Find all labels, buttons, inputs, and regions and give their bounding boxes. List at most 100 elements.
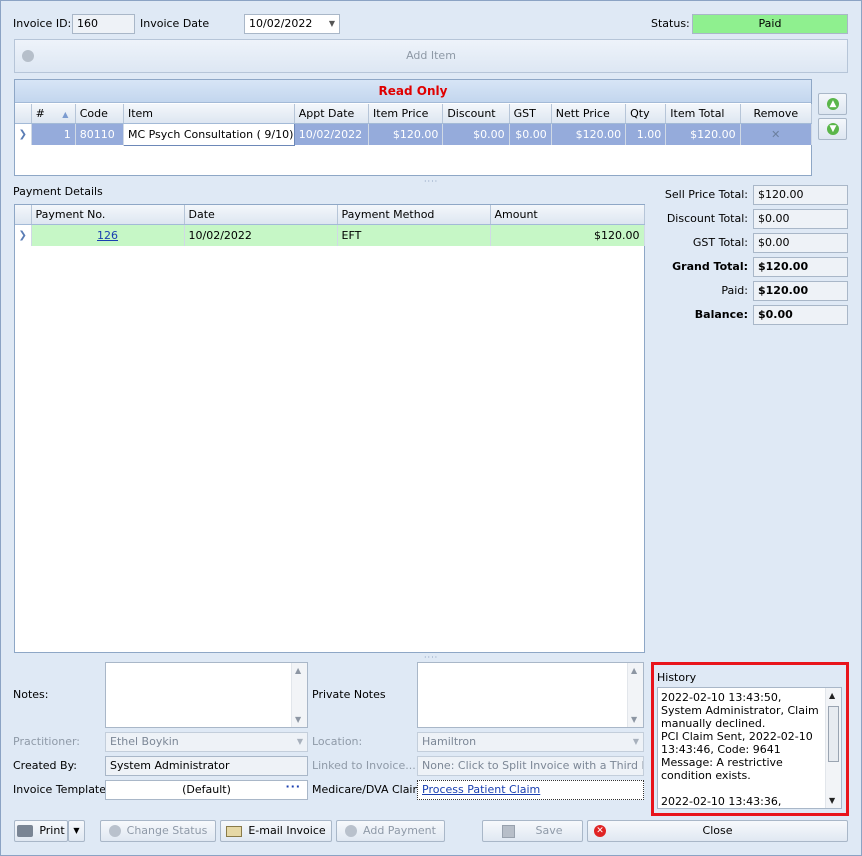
sell-price-total-value: $120.00	[753, 185, 848, 205]
paid-label: Paid:	[721, 284, 748, 297]
private-notes-textarea[interactable]: ▲ ▼	[417, 662, 644, 728]
cell-payment-no[interactable]: 126	[31, 224, 185, 246]
col-gst[interactable]: GST	[509, 104, 552, 124]
email-invoice-button[interactable]: E-mail Invoice	[220, 820, 332, 842]
cell-method[interactable]: EFT	[337, 224, 491, 246]
invoice-template-select[interactable]: (Default) ···	[105, 780, 308, 800]
col-payment-no[interactable]: Payment No.	[31, 205, 185, 225]
payments-table: Payment No. Date Payment Method Amount ❯…	[15, 205, 645, 246]
cell-nett-price[interactable]: $120.00	[551, 123, 627, 145]
history-entry: PCI Claim Sent, 2022-02-10 13:43:46, Cod…	[661, 730, 813, 782]
add-payment-label: Add Payment	[363, 824, 436, 837]
arrow-down-icon: ▼	[827, 123, 839, 135]
linked-invoice-field[interactable]: None: Click to Split Invoice with a Thir…	[417, 756, 644, 776]
scroll-thumb[interactable]	[828, 706, 839, 762]
row-indicator-icon: ❯	[15, 123, 32, 145]
scroll-up-icon[interactable]: ▲	[295, 666, 301, 675]
medicare-claim-label: Medicare/DVA Claim:	[312, 783, 427, 796]
scroll-up-icon[interactable]: ▲	[631, 666, 637, 675]
scrollbar[interactable]: ▲ ▼	[825, 688, 841, 808]
cell-item-price[interactable]: $120.00	[368, 123, 444, 145]
arrow-up-icon: ▲	[827, 98, 839, 110]
cell-code[interactable]: 80110	[75, 123, 124, 145]
scrollbar[interactable]: ▲ ▼	[291, 663, 307, 727]
cell-qty[interactable]: 1.00	[625, 123, 667, 145]
scroll-down-icon[interactable]: ▼	[295, 715, 301, 724]
col-payment-method[interactable]: Payment Method	[337, 205, 491, 225]
remove-icon[interactable]: ✕	[740, 123, 813, 145]
cell-gst[interactable]: $0.00	[509, 123, 552, 145]
save-label: Save	[535, 824, 563, 837]
cell-discount[interactable]: $0.00	[442, 123, 510, 145]
col-nett-price[interactable]: Nett Price	[551, 104, 627, 124]
chevron-down-icon: ▼	[296, 737, 303, 746]
col-discount[interactable]: Discount	[442, 104, 510, 124]
scroll-down-icon[interactable]: ▼	[631, 715, 637, 724]
chevron-down-icon: ▼	[632, 737, 639, 746]
payment-link[interactable]: 126	[97, 229, 118, 242]
change-status-button: Change Status	[100, 820, 216, 842]
practitioner-label: Practitioner:	[13, 735, 80, 748]
cell-date[interactable]: 10/02/2022	[184, 224, 338, 246]
move-up-button[interactable]: ▲	[818, 93, 847, 115]
splitter-handle[interactable]: ····	[424, 178, 438, 186]
cell-appt-date[interactable]: 10/02/2022	[294, 123, 370, 145]
notes-textarea[interactable]: ▲ ▼	[105, 662, 308, 728]
print-button[interactable]: Print	[14, 820, 68, 842]
history-label: History	[657, 671, 697, 684]
balance-value: $0.00	[753, 305, 848, 325]
history-content: 2022-02-10 13:43:50, System Administrato…	[661, 691, 821, 808]
cell-item-total[interactable]: $120.00	[665, 123, 741, 145]
print-dropdown-button[interactable]: ▼	[68, 820, 85, 842]
payments-header-row: Payment No. Date Payment Method Amount	[15, 205, 645, 225]
history-textbox[interactable]: 2022-02-10 13:43:50, System Administrato…	[657, 687, 842, 809]
discount-total-label: Discount Total:	[666, 212, 748, 225]
sell-price-total-label: Sell Price Total:	[664, 188, 748, 201]
col-date[interactable]: Date	[184, 205, 338, 225]
status-icon	[108, 825, 121, 837]
table-row[interactable]: ❯ 1 80110 MC Psych Consultation ( 9/10) …	[15, 122, 813, 146]
history-entry: 2022-02-10 13:43:36, System	[661, 795, 782, 808]
col-number[interactable]: # ▲	[31, 104, 76, 124]
gst-total-label: GST Total:	[692, 236, 748, 249]
col-item-price[interactable]: Item Price	[368, 104, 444, 124]
ellipsis-icon[interactable]: ···	[285, 781, 301, 796]
chevron-down-icon[interactable]: ▼	[329, 15, 335, 33]
col-amount[interactable]: Amount	[490, 205, 645, 225]
add-circle-icon	[22, 50, 34, 62]
invoice-date-picker[interactable]: 10/02/2022 ▼	[244, 14, 340, 34]
invoice-id-label: Invoice ID:	[13, 17, 72, 30]
add-item-button[interactable]: Add Item	[14, 39, 848, 73]
chevron-down-icon: ▼	[73, 826, 80, 835]
status-label: Status:	[651, 17, 690, 30]
scroll-down-icon[interactable]: ▼	[829, 796, 835, 805]
table-row[interactable]: ❯ 126 10/02/2022 EFT $120.00	[15, 224, 645, 246]
linked-invoice-label: Linked to Invoice...	[312, 759, 416, 772]
splitter-handle[interactable]: ····	[424, 654, 438, 662]
medicare-claim-field[interactable]: Process Patient Claim	[417, 780, 644, 800]
col-remove[interactable]: Remove	[740, 104, 813, 124]
col-item[interactable]: Item	[123, 104, 295, 124]
invoice-template-value: (Default)	[182, 783, 231, 796]
col-code[interactable]: Code	[75, 104, 124, 124]
cell-item[interactable]: MC Psych Consultation ( 9/10)	[122, 122, 295, 146]
save-button: Save	[482, 820, 583, 842]
col-item-total[interactable]: Item Total	[665, 104, 741, 124]
move-down-button[interactable]: ▼	[818, 118, 847, 140]
email-invoice-label: E-mail Invoice	[248, 824, 326, 837]
scrollbar[interactable]: ▲ ▼	[627, 663, 643, 727]
cell-amount[interactable]: $120.00	[490, 224, 645, 246]
col-appt-date[interactable]: Appt Date	[294, 104, 370, 124]
practitioner-value: Ethel Boykin	[110, 735, 179, 748]
location-select: Hamiltron ▼	[417, 732, 644, 752]
scroll-up-icon[interactable]: ▲	[829, 691, 835, 700]
private-notes-label: Private Notes	[312, 688, 386, 701]
invoice-date-value: 10/02/2022	[249, 17, 313, 30]
process-patient-claim-link[interactable]: Process Patient Claim	[422, 783, 540, 796]
close-button[interactable]: ✕ Close	[587, 820, 848, 842]
history-entry: 2022-02-10 13:43:50, System Administrato…	[661, 691, 819, 730]
cell-number[interactable]: 1	[31, 123, 76, 145]
print-label: Print	[39, 824, 65, 837]
col-qty[interactable]: Qty	[625, 104, 667, 124]
items-header-row: # ▲ Code Item Appt Date Item Price Disco…	[15, 104, 813, 124]
